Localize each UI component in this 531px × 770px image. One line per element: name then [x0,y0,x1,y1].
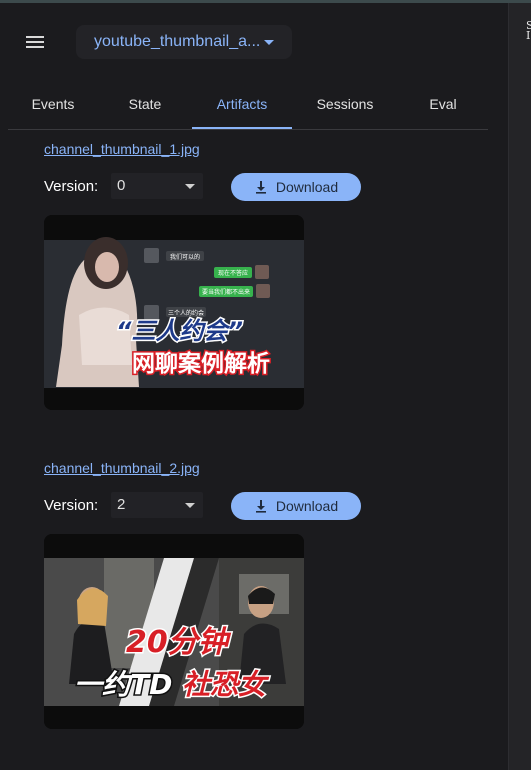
tab-eval[interactable]: Eval [398,87,488,129]
version-label: Version: [44,178,99,195]
thumbnail-line2-prefix-text: 一约TD [74,668,172,701]
download-icon [255,181,266,194]
artifact-thumbnail-1[interactable]: 我们可以的 现在不答应 要当我们都不出来 三个人的约会 “三人约会” 网聊案例解… [44,215,304,410]
artifact-link-channel-thumbnail-1[interactable]: channel_thumbnail_1.jpg [44,141,200,157]
version-select[interactable]: 0 [111,173,203,199]
download-button-label: Download [275,179,339,195]
app-selector-dropdown[interactable]: youtube_thumbnail_a... [76,25,292,59]
tab-events[interactable]: Events [8,87,98,129]
hamburger-menu-icon[interactable] [24,33,48,53]
version-select-value: 0 [117,177,126,194]
chat-bubble-text: 三个人的约会 [168,309,204,317]
tab-sessions[interactable]: Sessions [292,87,398,129]
artifacts-side-panel: youtube_thumbnail_a... Events State Arti… [0,3,508,770]
download-button[interactable]: Download [231,173,361,201]
chevron-down-icon [185,503,195,508]
thumbnail-line1-text: 20分钟 [126,625,232,660]
chat-bubble-text: 要当我们都不出来 [202,288,250,296]
chat-bubble-text: 现在不答应 [218,269,248,277]
thumbnail-line2-suffix-text: 社恐女 [182,668,270,701]
app-selector-value: youtube_thumbnail_a... [94,33,261,50]
artifact-link-channel-thumbnail-2[interactable]: channel_thumbnail_2.jpg [44,460,200,476]
artifact-thumbnail-2[interactable]: 20分钟 一约TD 社恐女 [44,534,304,729]
right-panel-glyph: SI [526,19,531,42]
chevron-down-icon [185,184,195,189]
tab-artifacts[interactable]: Artifacts [192,87,292,129]
tab-state[interactable]: State [98,87,192,129]
download-button[interactable]: Download [231,492,361,520]
right-panel-edge: SI [508,3,531,770]
version-label: Version: [44,497,99,514]
download-button-label: Download [275,498,339,514]
tab-bar: Events State Artifacts Sessions Eval [8,87,488,130]
download-icon [255,500,266,513]
chat-bubble-text: 我们可以的 [170,253,200,261]
version-select-value: 2 [117,496,126,513]
thumbnail-title-text: 网聊案例解析 [132,350,270,377]
thumbnail-image-1: 我们可以的 现在不答应 要当我们都不出来 三个人的约会 “三人约会” 网聊案例解… [44,215,304,410]
thumbnail-image-2: 20分钟 一约TD 社恐女 [44,534,304,729]
chevron-down-icon [264,39,275,45]
thumbnail-quote-text: “三人约会” [116,317,243,345]
version-select[interactable]: 2 [111,492,203,518]
